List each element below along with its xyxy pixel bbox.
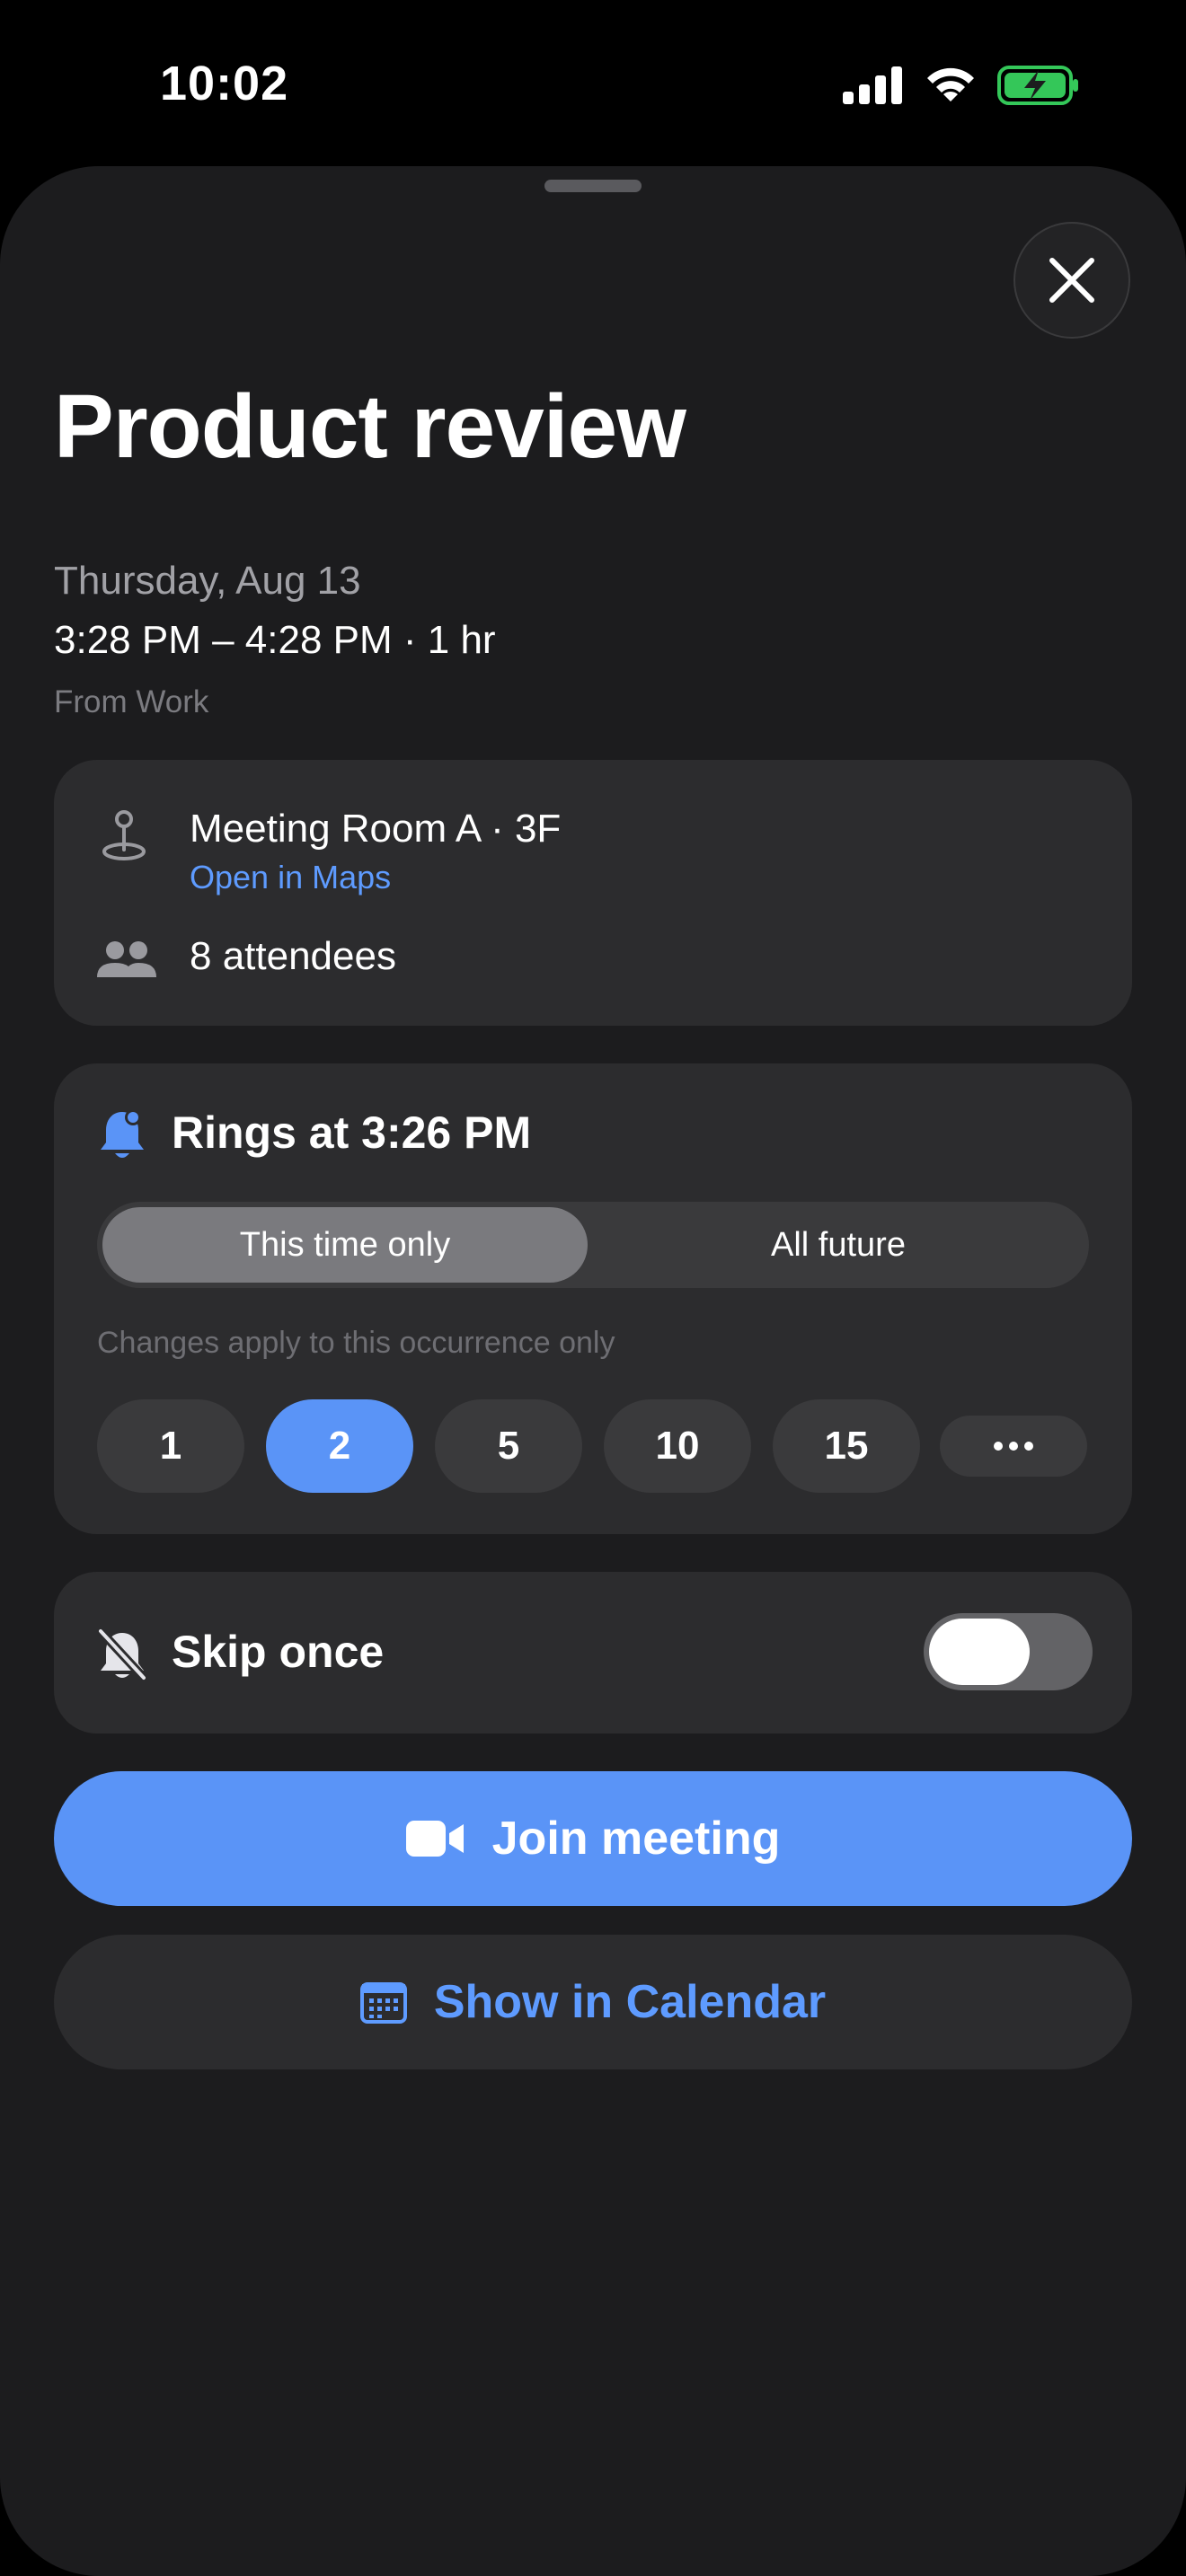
bell-icon — [101, 1109, 144, 1158]
cellular-signal-icon — [843, 66, 902, 104]
more-options-button[interactable] — [940, 1416, 1087, 1477]
event-date: Thursday, Aug 13 — [54, 559, 361, 603]
skip-once-label: Skip once — [172, 1627, 385, 1677]
minutes-before-chips: 1 2 5 10 15 — [97, 1399, 1094, 1493]
chip-2[interactable]: 2 — [266, 1399, 413, 1493]
segment-all-future[interactable]: All future — [593, 1202, 1084, 1288]
skip-once-toggle[interactable] — [924, 1613, 1093, 1690]
details-card: Meeting Room A · 3F Open in Maps 8 atten… — [54, 760, 1132, 1026]
chip-1[interactable]: 1 — [97, 1399, 244, 1493]
apply-scope-segmented-control: This time only All future — [97, 1202, 1089, 1288]
show-in-calendar-button[interactable]: Show in Calendar — [54, 1935, 1132, 2069]
location-pin-icon — [102, 810, 146, 860]
close-button[interactable] — [1013, 222, 1130, 339]
event-time-range: 3:28 PM – 4:28 PM · 1 hr — [54, 618, 496, 662]
chip-5[interactable]: 5 — [435, 1399, 582, 1493]
close-icon — [1049, 258, 1094, 303]
people-icon — [97, 941, 156, 977]
ring-time-title: Rings at 3:26 PM — [172, 1107, 532, 1158]
bell-slash-icon — [97, 1628, 147, 1681]
status-icons — [843, 63, 1080, 108]
open-in-maps-link[interactable]: Open in Maps — [190, 859, 391, 896]
video-camera-icon — [405, 1821, 464, 1857]
event-calendar: From Work — [54, 684, 209, 719]
ellipsis-icon — [994, 1442, 1033, 1451]
skip-card: Skip once — [54, 1572, 1132, 1734]
join-meeting-label: Join meeting — [491, 1813, 781, 1865]
calendar-icon — [359, 1982, 407, 2024]
toggle-knob — [929, 1619, 1030, 1685]
battery-charging-icon — [997, 66, 1078, 105]
chip-15[interactable]: 15 — [773, 1399, 920, 1493]
chip-10[interactable]: 10 — [604, 1399, 751, 1493]
event-title: Product review — [54, 376, 686, 477]
segment-this-time-only[interactable]: This time only — [102, 1202, 588, 1288]
sheet-grabber[interactable] — [544, 180, 642, 192]
show-in-calendar-label: Show in Calendar — [433, 1976, 827, 2028]
location-name: Meeting Room A · 3F — [190, 807, 562, 851]
scope-hint: Changes apply to this occurrence only — [97, 1326, 615, 1360]
status-bar: 10:02 — [0, 0, 1186, 171]
join-meeting-button[interactable]: Join meeting — [54, 1771, 1132, 1906]
attendees-count[interactable]: 8 attendees — [190, 934, 396, 979]
alarm-card: Rings at 3:26 PM This time only All futu… — [54, 1063, 1132, 1534]
status-time: 10:02 — [160, 57, 289, 110]
wifi-icon — [927, 67, 974, 101]
